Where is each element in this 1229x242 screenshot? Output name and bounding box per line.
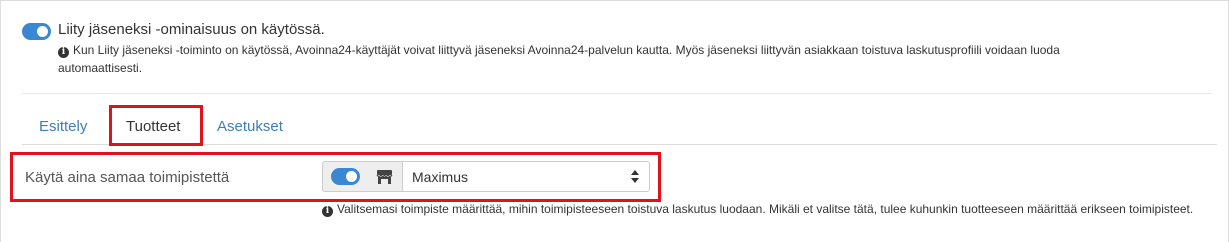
info-icon: i bbox=[58, 47, 69, 58]
join-feature-info: i Kun Liity jäseneksi -toiminto on käytös… bbox=[58, 41, 1118, 77]
tab-asetukset[interactable]: Asetukset bbox=[217, 118, 283, 135]
join-feature-title: Liity jäseneksi -ominaisuus on käytössä. bbox=[58, 21, 325, 38]
highlight-box-tab bbox=[109, 105, 203, 146]
info-icon: i bbox=[322, 206, 333, 217]
join-feature-toggle[interactable] bbox=[22, 23, 51, 40]
tab-esittely[interactable]: Esittely bbox=[39, 118, 87, 135]
store-info-text: Valitsemasi toimpiste määrittää, mihin t… bbox=[337, 202, 1194, 216]
store-field-info: i Valitsemasi toimpiste määrittää, mihin … bbox=[322, 201, 1212, 217]
join-info-text: Kun Liity jäseneksi -toiminto on käytöss… bbox=[58, 43, 1060, 75]
highlight-box-store-row bbox=[10, 152, 661, 202]
divider bbox=[22, 93, 1212, 94]
